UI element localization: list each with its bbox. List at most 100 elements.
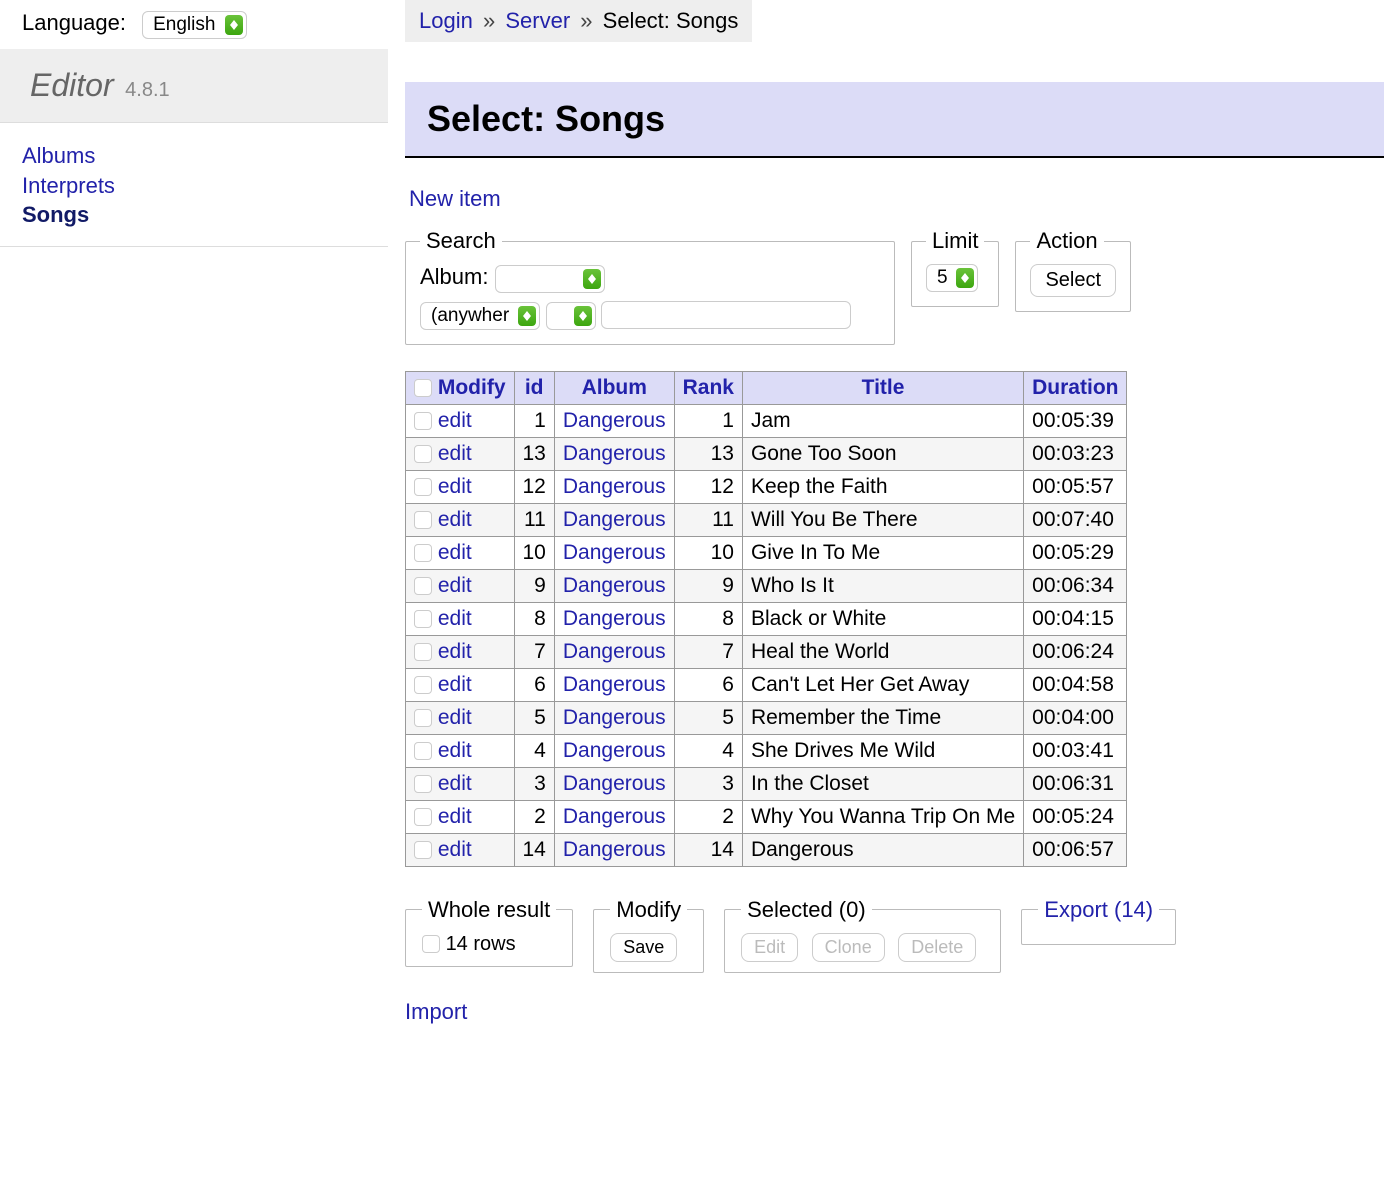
col-title[interactable]: Title bbox=[862, 376, 905, 399]
row-checkbox[interactable] bbox=[414, 577, 432, 595]
breadcrumb-server[interactable]: Server bbox=[505, 8, 570, 33]
cell-duration: 00:06:31 bbox=[1024, 767, 1127, 800]
edit-link[interactable]: edit bbox=[438, 838, 472, 861]
col-album[interactable]: Album bbox=[582, 376, 647, 399]
cell-rank: 14 bbox=[674, 833, 742, 866]
breadcrumb-sep: » bbox=[580, 8, 592, 33]
cell-id: 3 bbox=[514, 767, 554, 800]
cell-album-link[interactable]: Dangerous bbox=[563, 409, 666, 432]
select-button[interactable]: Select bbox=[1030, 264, 1116, 297]
cell-duration: 00:04:00 bbox=[1024, 701, 1127, 734]
table-row: edit12Dangerous12Keep the Faith00:05:57 bbox=[406, 470, 1127, 503]
whole-result-rows: 14 rows bbox=[446, 933, 516, 955]
cell-album-link[interactable]: Dangerous bbox=[563, 640, 666, 663]
search-column-select[interactable] bbox=[546, 302, 596, 330]
search-where-select[interactable]: (anywhere) bbox=[420, 302, 540, 330]
sidebar-item-albums[interactable]: Albums bbox=[22, 141, 388, 171]
cell-id: 10 bbox=[514, 536, 554, 569]
search-text-input[interactable] bbox=[601, 301, 851, 329]
edit-link[interactable]: edit bbox=[438, 508, 472, 531]
table-row: edit2Dangerous2Why You Wanna Trip On Me0… bbox=[406, 800, 1127, 833]
cell-rank: 9 bbox=[674, 569, 742, 602]
whole-result-checkbox[interactable] bbox=[422, 935, 440, 953]
edit-link[interactable]: edit bbox=[438, 640, 472, 663]
row-checkbox[interactable] bbox=[414, 610, 432, 628]
cell-title: She Drives Me Wild bbox=[742, 734, 1023, 767]
edit-link[interactable]: edit bbox=[438, 706, 472, 729]
save-button[interactable]: Save bbox=[610, 933, 677, 962]
sidebar-item-interprets[interactable]: Interprets bbox=[22, 171, 388, 201]
selected-legend: Selected (0) bbox=[741, 897, 872, 923]
cell-id: 12 bbox=[514, 470, 554, 503]
delete-button[interactable]: Delete bbox=[898, 933, 976, 962]
col-rank[interactable]: Rank bbox=[683, 376, 734, 399]
export-link[interactable]: Export (14) bbox=[1044, 897, 1153, 922]
cell-album-link[interactable]: Dangerous bbox=[563, 607, 666, 630]
cell-rank: 4 bbox=[674, 734, 742, 767]
select-all-checkbox[interactable] bbox=[414, 379, 432, 397]
row-checkbox[interactable] bbox=[414, 709, 432, 727]
row-checkbox[interactable] bbox=[414, 544, 432, 562]
edit-link[interactable]: edit bbox=[438, 541, 472, 564]
col-duration[interactable]: Duration bbox=[1032, 376, 1118, 399]
modify-legend: Modify bbox=[610, 897, 687, 923]
row-checkbox[interactable] bbox=[414, 676, 432, 694]
edit-link[interactable]: edit bbox=[438, 673, 472, 696]
row-checkbox[interactable] bbox=[414, 808, 432, 826]
cell-rank: 1 bbox=[674, 404, 742, 437]
row-checkbox[interactable] bbox=[414, 445, 432, 463]
cell-album-link[interactable]: Dangerous bbox=[563, 442, 666, 465]
cell-title: Can't Let Her Get Away bbox=[742, 668, 1023, 701]
col-id[interactable]: id bbox=[525, 376, 544, 399]
edit-link[interactable]: edit bbox=[438, 607, 472, 630]
cell-duration: 00:04:58 bbox=[1024, 668, 1127, 701]
edit-link[interactable]: edit bbox=[438, 574, 472, 597]
table-row: edit13Dangerous13Gone Too Soon00:03:23 bbox=[406, 437, 1127, 470]
edit-link[interactable]: edit bbox=[438, 442, 472, 465]
edit-button[interactable]: Edit bbox=[741, 933, 798, 962]
search-album-label: Album: bbox=[420, 264, 488, 289]
cell-title: Dangerous bbox=[742, 833, 1023, 866]
row-checkbox[interactable] bbox=[414, 775, 432, 793]
row-checkbox[interactable] bbox=[414, 412, 432, 430]
row-checkbox[interactable] bbox=[414, 643, 432, 661]
table-row: edit9Dangerous9Who Is It00:06:34 bbox=[406, 569, 1127, 602]
clone-button[interactable]: Clone bbox=[812, 933, 885, 962]
edit-link[interactable]: edit bbox=[438, 739, 472, 762]
nav-list: AlbumsInterpretsSongs bbox=[0, 123, 388, 247]
cell-album-link[interactable]: Dangerous bbox=[563, 805, 666, 828]
sidebar-item-songs[interactable]: Songs bbox=[22, 200, 388, 230]
breadcrumb-login[interactable]: Login bbox=[419, 8, 473, 33]
language-select[interactable]: English bbox=[142, 11, 247, 39]
cell-title: Who Is It bbox=[742, 569, 1023, 602]
cell-title: Keep the Faith bbox=[742, 470, 1023, 503]
cell-album-link[interactable]: Dangerous bbox=[563, 574, 666, 597]
cell-album-link[interactable]: Dangerous bbox=[563, 673, 666, 696]
cell-album-link[interactable]: Dangerous bbox=[563, 706, 666, 729]
cell-album-link[interactable]: Dangerous bbox=[563, 475, 666, 498]
cell-album-link[interactable]: Dangerous bbox=[563, 838, 666, 861]
row-checkbox[interactable] bbox=[414, 511, 432, 529]
whole-result-fieldset: Whole result 14 rows bbox=[405, 897, 573, 967]
row-checkbox[interactable] bbox=[414, 478, 432, 496]
cell-album-link[interactable]: Dangerous bbox=[563, 739, 666, 762]
cell-album-link[interactable]: Dangerous bbox=[563, 541, 666, 564]
cell-id: 1 bbox=[514, 404, 554, 437]
row-checkbox[interactable] bbox=[414, 742, 432, 760]
table-row: edit4Dangerous4She Drives Me Wild00:03:4… bbox=[406, 734, 1127, 767]
row-checkbox[interactable] bbox=[414, 841, 432, 859]
cell-title: Jam bbox=[742, 404, 1023, 437]
limit-select[interactable]: 50 bbox=[926, 264, 978, 292]
search-album-select[interactable] bbox=[495, 265, 605, 293]
cell-duration: 00:07:40 bbox=[1024, 503, 1127, 536]
cell-title: Black or White bbox=[742, 602, 1023, 635]
edit-link[interactable]: edit bbox=[438, 409, 472, 432]
col-modify[interactable]: Modify bbox=[438, 376, 506, 399]
import-link[interactable]: Import bbox=[405, 999, 1384, 1025]
edit-link[interactable]: edit bbox=[438, 805, 472, 828]
cell-album-link[interactable]: Dangerous bbox=[563, 508, 666, 531]
new-item-link[interactable]: New item bbox=[409, 186, 1384, 212]
edit-link[interactable]: edit bbox=[438, 772, 472, 795]
edit-link[interactable]: edit bbox=[438, 475, 472, 498]
cell-album-link[interactable]: Dangerous bbox=[563, 772, 666, 795]
